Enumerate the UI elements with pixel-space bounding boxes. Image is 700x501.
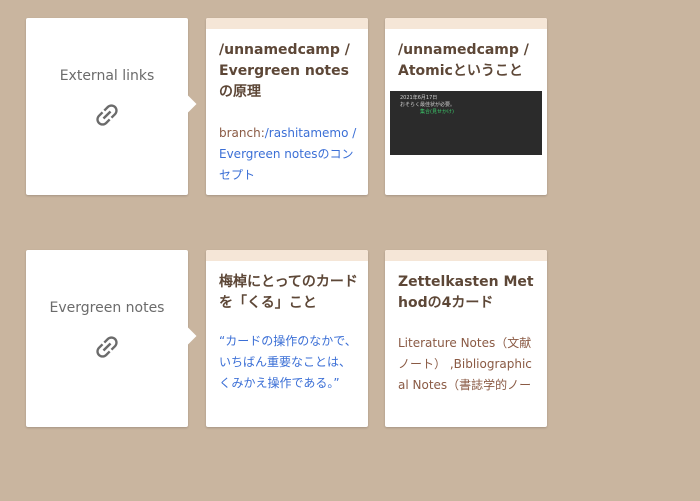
thumbnail-highlight: 集合(見せかけ) <box>420 109 454 115</box>
page-card-title: Zettelkasten Methodの4カード <box>398 274 534 311</box>
link-icon <box>96 103 118 126</box>
relation-label: External links <box>59 67 155 84</box>
page-card-umesao-cards[interactable]: 梅棹にとってのカードを「くる」こと “カードの操作のなかで、いちばん重要なことは… <box>206 250 368 427</box>
thumbnail-text: おそらく最佳状が必要。 <box>400 102 456 108</box>
page-card-quote[interactable]: “カードの操作のなかで、いちばん重要なことは、くみかえ操作である。” <box>219 331 358 394</box>
relation-card-evergreen-notes[interactable]: Evergreen notes <box>26 250 188 427</box>
page-card-title: 梅棹にとってのカードを「くる」こと <box>219 274 358 311</box>
page-card-title: /unnamedcamp /Evergreen notesの原理 <box>219 42 350 100</box>
branch-prefix: branch: <box>219 126 265 140</box>
relation-card-external-links[interactable]: External links <box>26 18 188 195</box>
page-card-thumbnail: 2021年6月17日 おそらく最佳状が必要。 集合(見せかけ) <box>390 91 542 155</box>
page-card-atomic[interactable]: /unnamedcamp /Atomicということ 2021年6月17日 おそら… <box>385 18 547 195</box>
relation-label: Evergreen notes <box>49 299 165 316</box>
page-card-title: /unnamedcamp /Atomicということ <box>398 42 529 79</box>
page-card-zettelkasten[interactable]: Zettelkasten Methodの4カード Literature Note… <box>385 250 547 427</box>
page-card-body: branch:/rashitamemo /Evergreen notesのコンセ… <box>219 123 358 186</box>
link-icon <box>96 335 118 358</box>
thumbnail-date: 2021年6月17日 <box>400 95 438 101</box>
page-card-evergreen-principles[interactable]: /unnamedcamp /Evergreen notesの原理 branch:… <box>206 18 368 195</box>
page-card-body: Literature Notes（文献ノート） ,Bibliographical… <box>398 336 532 392</box>
thumbnail-line <box>400 91 532 95</box>
